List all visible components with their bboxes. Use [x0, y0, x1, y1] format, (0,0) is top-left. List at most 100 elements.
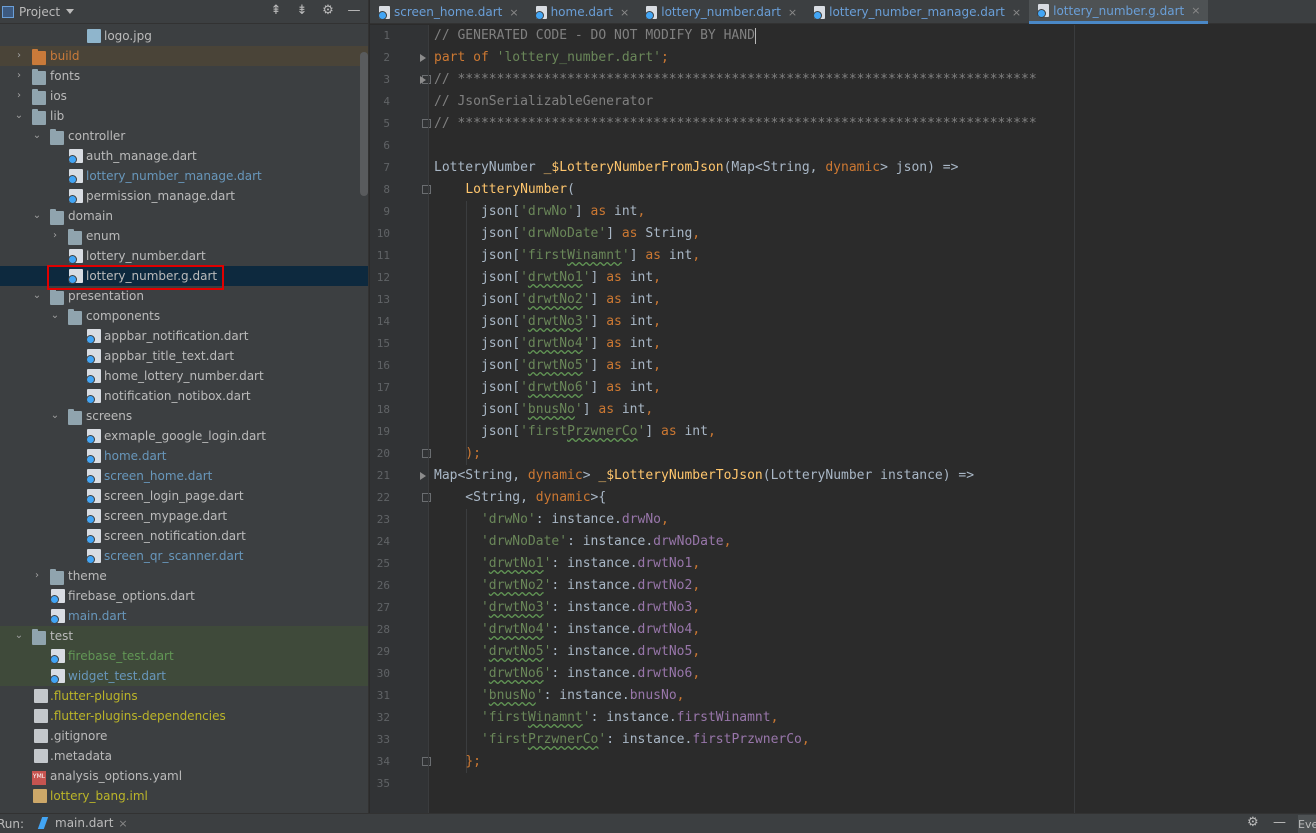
chevron-down-icon[interactable]	[66, 9, 75, 14]
code-line[interactable]: 'drwNo': instance.drwNo,	[434, 509, 669, 531]
close-icon[interactable]: ×	[788, 6, 797, 19]
code-line[interactable]: // *************************************…	[434, 113, 1037, 135]
tree-item[interactable]: .flutter-plugins	[0, 686, 368, 706]
code-line[interactable]: LotteryNumber _$LotteryNumberFromJson(Ma…	[434, 157, 958, 179]
tree-item[interactable]: home.dart	[0, 446, 368, 466]
close-icon[interactable]: ×	[1191, 4, 1200, 17]
gutter-arrow-icon[interactable]	[420, 54, 426, 62]
project-view-selector[interactable]: Project	[19, 5, 60, 19]
minimize-icon[interactable]: —	[1273, 815, 1286, 830]
tree-item[interactable]: .gitignore	[0, 726, 368, 746]
code-editor[interactable]: 1 2 3 4 5 6 7 8 9 10 11 12 13 14 15 16 17 18 19 20 21 22 23 24 2…	[370, 25, 1316, 813]
code-line[interactable]: 'drwtNo6': instance.drwtNo6,	[434, 663, 700, 685]
tree-item[interactable]: auth_manage.dart	[0, 146, 368, 166]
tree-item[interactable]: › theme	[0, 566, 368, 586]
gear-icon[interactable]: ⚙	[320, 2, 336, 20]
code-line[interactable]: json['bnusNo'] as int,	[434, 399, 653, 421]
code-line[interactable]: json['drwtNo5'] as int,	[434, 355, 661, 377]
tree-item[interactable]: ⌄ controller	[0, 126, 368, 146]
tree-item[interactable]: › build	[0, 46, 368, 66]
tree-item[interactable]: notification_notibox.dart	[0, 386, 368, 406]
chevron-right-icon[interactable]: ›	[14, 66, 24, 86]
code-line[interactable]: );	[434, 443, 481, 465]
tree-item[interactable]: lottery_bang.iml	[0, 786, 368, 806]
tree-item[interactable]: appbar_title_text.dart	[0, 346, 368, 366]
tree-item[interactable]: screen_home.dart	[0, 466, 368, 486]
code-line[interactable]: Map<String, dynamic> _$LotteryNumberToJs…	[434, 465, 974, 487]
code-line[interactable]: 'drwtNo3': instance.drwtNo3,	[434, 597, 700, 619]
tree-item[interactable]: ⌄ lib	[0, 106, 368, 126]
editor-tab[interactable]: lottery_number.g.dart ×	[1029, 0, 1209, 24]
tree-item[interactable]: widget_test.dart	[0, 666, 368, 686]
editor-tab[interactable]: lottery_number.dart ×	[637, 0, 805, 24]
close-icon[interactable]: ×	[509, 6, 518, 19]
code-line[interactable]: json['firstWinamnt'] as int,	[434, 245, 700, 267]
editor-tab[interactable]: screen_home.dart ×	[370, 0, 527, 24]
chevron-down-icon[interactable]: ⌄	[14, 626, 24, 646]
code-line[interactable]: part of 'lottery_number.dart';	[434, 47, 669, 69]
tree-item[interactable]: appbar_notification.dart	[0, 326, 368, 346]
tree-item[interactable]: › enum	[0, 226, 368, 246]
code-line[interactable]: // JsonSerializableGenerator	[434, 91, 653, 113]
code-line[interactable]: 'drwtNo4': instance.drwtNo4,	[434, 619, 700, 641]
tree-item[interactable]: ⌄ test	[0, 626, 368, 646]
tree-item[interactable]: ⌄ components	[0, 306, 368, 326]
code-line[interactable]: <String, dynamic>{	[434, 487, 606, 509]
tree-item[interactable]: screen_login_page.dart	[0, 486, 368, 506]
tree-item[interactable]: YML analysis_options.yaml	[0, 766, 368, 786]
chevron-right-icon[interactable]: ›	[32, 566, 42, 586]
chevron-down-icon[interactable]: ⌄	[50, 406, 60, 426]
code-line[interactable]: 'bnusNo': instance.bnusNo,	[434, 685, 685, 707]
tree-item[interactable]: lottery_number.dart	[0, 246, 368, 266]
code-line[interactable]: // GENERATED CODE - DO NOT MODIFY BY HAN…	[434, 25, 756, 47]
tree-item[interactable]: .metadata	[0, 746, 368, 766]
code-line[interactable]: 'drwtNo5': instance.drwtNo5,	[434, 641, 700, 663]
code-line[interactable]: json['drwtNo6'] as int,	[434, 377, 661, 399]
tree-item[interactable]: ⌄ domain	[0, 206, 368, 226]
gutter-arrow-icon[interactable]	[420, 472, 426, 480]
code-line[interactable]: 'drwtNo2': instance.drwtNo2,	[434, 575, 700, 597]
collapse-all-icon[interactable]: ⇞	[268, 2, 284, 20]
run-tab-main[interactable]: main.dart ×	[37, 816, 128, 830]
gutter-arrow-icon[interactable]	[420, 76, 426, 84]
tree-item[interactable]: firebase_options.dart	[0, 586, 368, 606]
tree-item[interactable]: screen_notification.dart	[0, 526, 368, 546]
fold-marker-icon[interactable]	[422, 449, 431, 458]
tree-item[interactable]: screen_qr_scanner.dart	[0, 546, 368, 566]
editor-tab[interactable]: home.dart ×	[527, 0, 638, 24]
chevron-right-icon[interactable]: ›	[14, 46, 24, 66]
gear-icon[interactable]: ⚙	[1247, 815, 1259, 830]
chevron-down-icon[interactable]: ⌄	[14, 106, 24, 126]
fold-marker-icon[interactable]	[422, 185, 431, 194]
tree-item[interactable]: › ios	[0, 86, 368, 106]
code-line[interactable]: json['firstPrzwnerCo'] as int,	[434, 421, 716, 443]
close-icon[interactable]: ×	[118, 817, 127, 830]
code-line[interactable]: 'drwtNo1': instance.drwtNo1,	[434, 553, 700, 575]
chevron-right-icon[interactable]: ›	[50, 226, 60, 246]
tree-item[interactable]: lottery_number_manage.dart	[0, 166, 368, 186]
tree-item[interactable]: main.dart	[0, 606, 368, 626]
tree-item[interactable]: .flutter-plugins-dependencies	[0, 706, 368, 726]
code-line[interactable]: 'drwNoDate': instance.drwNoDate,	[434, 531, 731, 553]
tree-item[interactable]: › fonts	[0, 66, 368, 86]
tree-item[interactable]: firebase_test.dart	[0, 646, 368, 666]
tree-item[interactable]: screen_mypage.dart	[0, 506, 368, 526]
fold-marker-icon[interactable]	[422, 493, 431, 502]
chevron-down-icon[interactable]: ⌄	[32, 206, 42, 226]
code-line[interactable]: LotteryNumber(	[434, 179, 575, 201]
tree-item[interactable]: ⌄ screens	[0, 406, 368, 426]
fold-marker-icon[interactable]	[422, 119, 431, 128]
code-line[interactable]: // *************************************…	[434, 69, 1037, 91]
chevron-right-icon[interactable]: ›	[14, 86, 24, 106]
fold-marker-icon[interactable]	[422, 757, 431, 766]
code-line[interactable]: json['drwtNo3'] as int,	[434, 311, 661, 333]
tree-item[interactable]: logo.jpg	[0, 26, 368, 46]
code-line[interactable]: json['drwNoDate'] as String,	[434, 223, 700, 245]
editor-tab[interactable]: lottery_number_manage.dart ×	[805, 0, 1029, 24]
tree-item[interactable]: exmaple_google_login.dart	[0, 426, 368, 446]
tree-item[interactable]: permission_manage.dart	[0, 186, 368, 206]
code-line[interactable]: json['drwNo'] as int,	[434, 201, 645, 223]
expand-all-icon[interactable]: ⇟	[294, 2, 310, 20]
project-panel-scrollbar[interactable]	[360, 52, 368, 196]
code-line[interactable]: 'firstPrzwnerCo': instance.firstPrzwnerC…	[434, 729, 810, 751]
